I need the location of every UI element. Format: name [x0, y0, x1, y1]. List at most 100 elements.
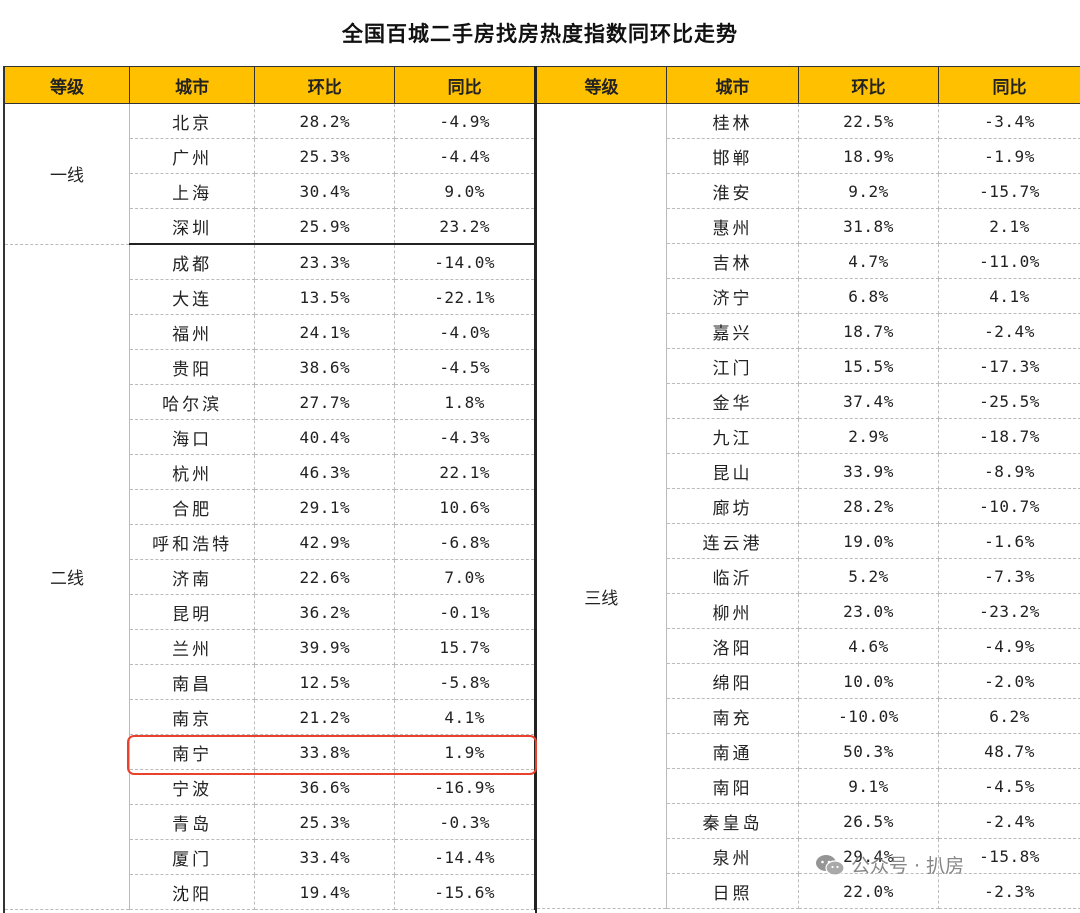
yoy-cell: -2.3%	[938, 873, 1080, 909]
col-header-city: 城市	[666, 66, 799, 104]
header-row: 等级 城市 环比 同比	[3, 66, 536, 104]
mom-cell: 28.2%	[798, 488, 939, 524]
city-cell: 北京	[129, 103, 256, 139]
mom-cell: 4.7%	[798, 243, 939, 279]
city-cell: 厦门	[129, 839, 256, 875]
yoy-cell: -4.3%	[394, 419, 535, 455]
yoy-cell: 6.2%	[938, 698, 1080, 734]
city-cell: 青岛	[129, 804, 256, 840]
mom-cell: 46.3%	[254, 454, 396, 490]
city-cell: 杭州	[129, 454, 256, 490]
city-cell: 金华	[666, 383, 799, 419]
yoy-cell: -18.7%	[938, 418, 1080, 454]
city-cell: 南阳	[666, 768, 799, 804]
yoy-cell: 22.1%	[394, 454, 535, 490]
yoy-cell: -4.5%	[938, 768, 1080, 804]
mom-cell: 25.9%	[254, 208, 396, 245]
mom-cell: 38.6%	[254, 349, 396, 385]
city-cell: 惠州	[666, 208, 799, 244]
mom-cell: 42.9%	[254, 524, 396, 560]
mom-cell: 36.2%	[254, 594, 396, 630]
table-divider	[535, 66, 537, 913]
col-header-tier: 等级	[3, 66, 131, 104]
yoy-cell: -2.0%	[938, 663, 1080, 699]
page-title: 全国百城二手房找房热度指数同环比走势	[342, 21, 738, 46]
mom-cell: 12.5%	[254, 664, 396, 700]
city-cell: 广州	[129, 138, 256, 174]
mom-cell: 23.3%	[254, 244, 396, 280]
mom-cell: 28.2%	[254, 103, 396, 139]
mom-cell: 19.4%	[254, 874, 396, 910]
mom-cell: 31.8%	[798, 208, 939, 244]
city-cell: 兰州	[129, 629, 256, 665]
city-cell: 深圳	[129, 208, 256, 245]
mom-cell: 9.2%	[798, 173, 939, 209]
yoy-cell: -10.7%	[938, 488, 1080, 524]
left-border	[3, 66, 5, 913]
yoy-cell: 4.1%	[938, 278, 1080, 314]
mom-cell: 18.9%	[798, 138, 939, 174]
col-header-mom: 环比	[254, 66, 396, 104]
yoy-cell: -7.3%	[938, 558, 1080, 594]
yoy-cell: 23.2%	[394, 208, 535, 245]
yoy-cell: 15.7%	[394, 629, 535, 665]
mom-cell: 23.0%	[798, 593, 939, 629]
mom-cell: 5.2%	[798, 558, 939, 594]
mom-cell: 33.4%	[254, 839, 396, 875]
yoy-cell: 2.1%	[938, 208, 1080, 244]
yoy-cell: -14.0%	[394, 244, 535, 280]
yoy-cell: -8.9%	[938, 453, 1080, 489]
city-cell: 南充	[666, 698, 799, 734]
mom-cell: 19.0%	[798, 523, 939, 559]
yoy-cell: -5.8%	[394, 664, 535, 700]
yoy-cell: -4.9%	[394, 103, 535, 139]
city-cell: 邯郸	[666, 138, 799, 174]
city-cell: 柳州	[666, 593, 799, 629]
city-cell: 洛阳	[666, 628, 799, 664]
city-cell: 桂林	[666, 103, 799, 139]
city-cell: 吉林	[666, 243, 799, 279]
col-header-city: 城市	[129, 66, 256, 104]
yoy-cell: -6.8%	[394, 524, 535, 560]
watermark-text: 公众号 · 扒房	[851, 855, 965, 877]
yoy-cell: -4.9%	[938, 628, 1080, 664]
mom-cell: 9.1%	[798, 768, 939, 804]
mom-cell: 40.4%	[254, 419, 396, 455]
city-cell: 南昌	[129, 664, 256, 700]
yoy-cell: -4.5%	[394, 349, 535, 385]
mom-cell: -10.0%	[798, 698, 939, 734]
yoy-cell: -4.0%	[394, 314, 535, 350]
col-header-tier: 等级	[536, 66, 667, 104]
mom-cell: 30.4%	[254, 173, 396, 209]
city-cell: 淮安	[666, 173, 799, 209]
mom-cell: 27.7%	[254, 384, 396, 420]
city-cell: 合肥	[129, 489, 256, 525]
city-cell: 成都	[129, 244, 256, 280]
tier-cell: 一线	[3, 103, 131, 245]
mom-cell: 22.6%	[254, 559, 396, 595]
col-header-yoy: 同比	[938, 66, 1080, 104]
city-cell: 泉州	[666, 838, 799, 874]
mom-cell: 37.4%	[798, 383, 939, 419]
yoy-cell: -15.7%	[938, 173, 1080, 209]
city-cell: 九江	[666, 418, 799, 454]
yoy-cell: -11.0%	[938, 243, 1080, 279]
table-row: 一线 北京 28.2% -4.9%	[3, 103, 535, 245]
wechat-icon	[816, 854, 845, 876]
yoy-cell: -14.4%	[394, 839, 535, 875]
yoy-cell: 48.7%	[938, 733, 1080, 769]
yoy-cell: -25.5%	[938, 383, 1080, 419]
city-cell: 呼和浩特	[129, 524, 256, 560]
city-cell: 昆山	[666, 453, 799, 489]
yoy-cell: 4.1%	[394, 699, 535, 735]
header-row: 等级 城市 环比 同比	[536, 66, 1080, 104]
mom-cell: 21.2%	[254, 699, 396, 735]
city-cell: 廊坊	[666, 488, 799, 524]
yoy-cell: -0.1%	[394, 594, 535, 630]
mom-cell: 22.0%	[798, 873, 939, 909]
city-cell: 秦皇岛	[666, 803, 799, 839]
mom-cell: 4.6%	[798, 628, 939, 664]
tier-cell: 二线	[3, 244, 131, 910]
mom-cell: 24.1%	[254, 314, 396, 350]
city-cell: 昆明	[129, 594, 256, 630]
